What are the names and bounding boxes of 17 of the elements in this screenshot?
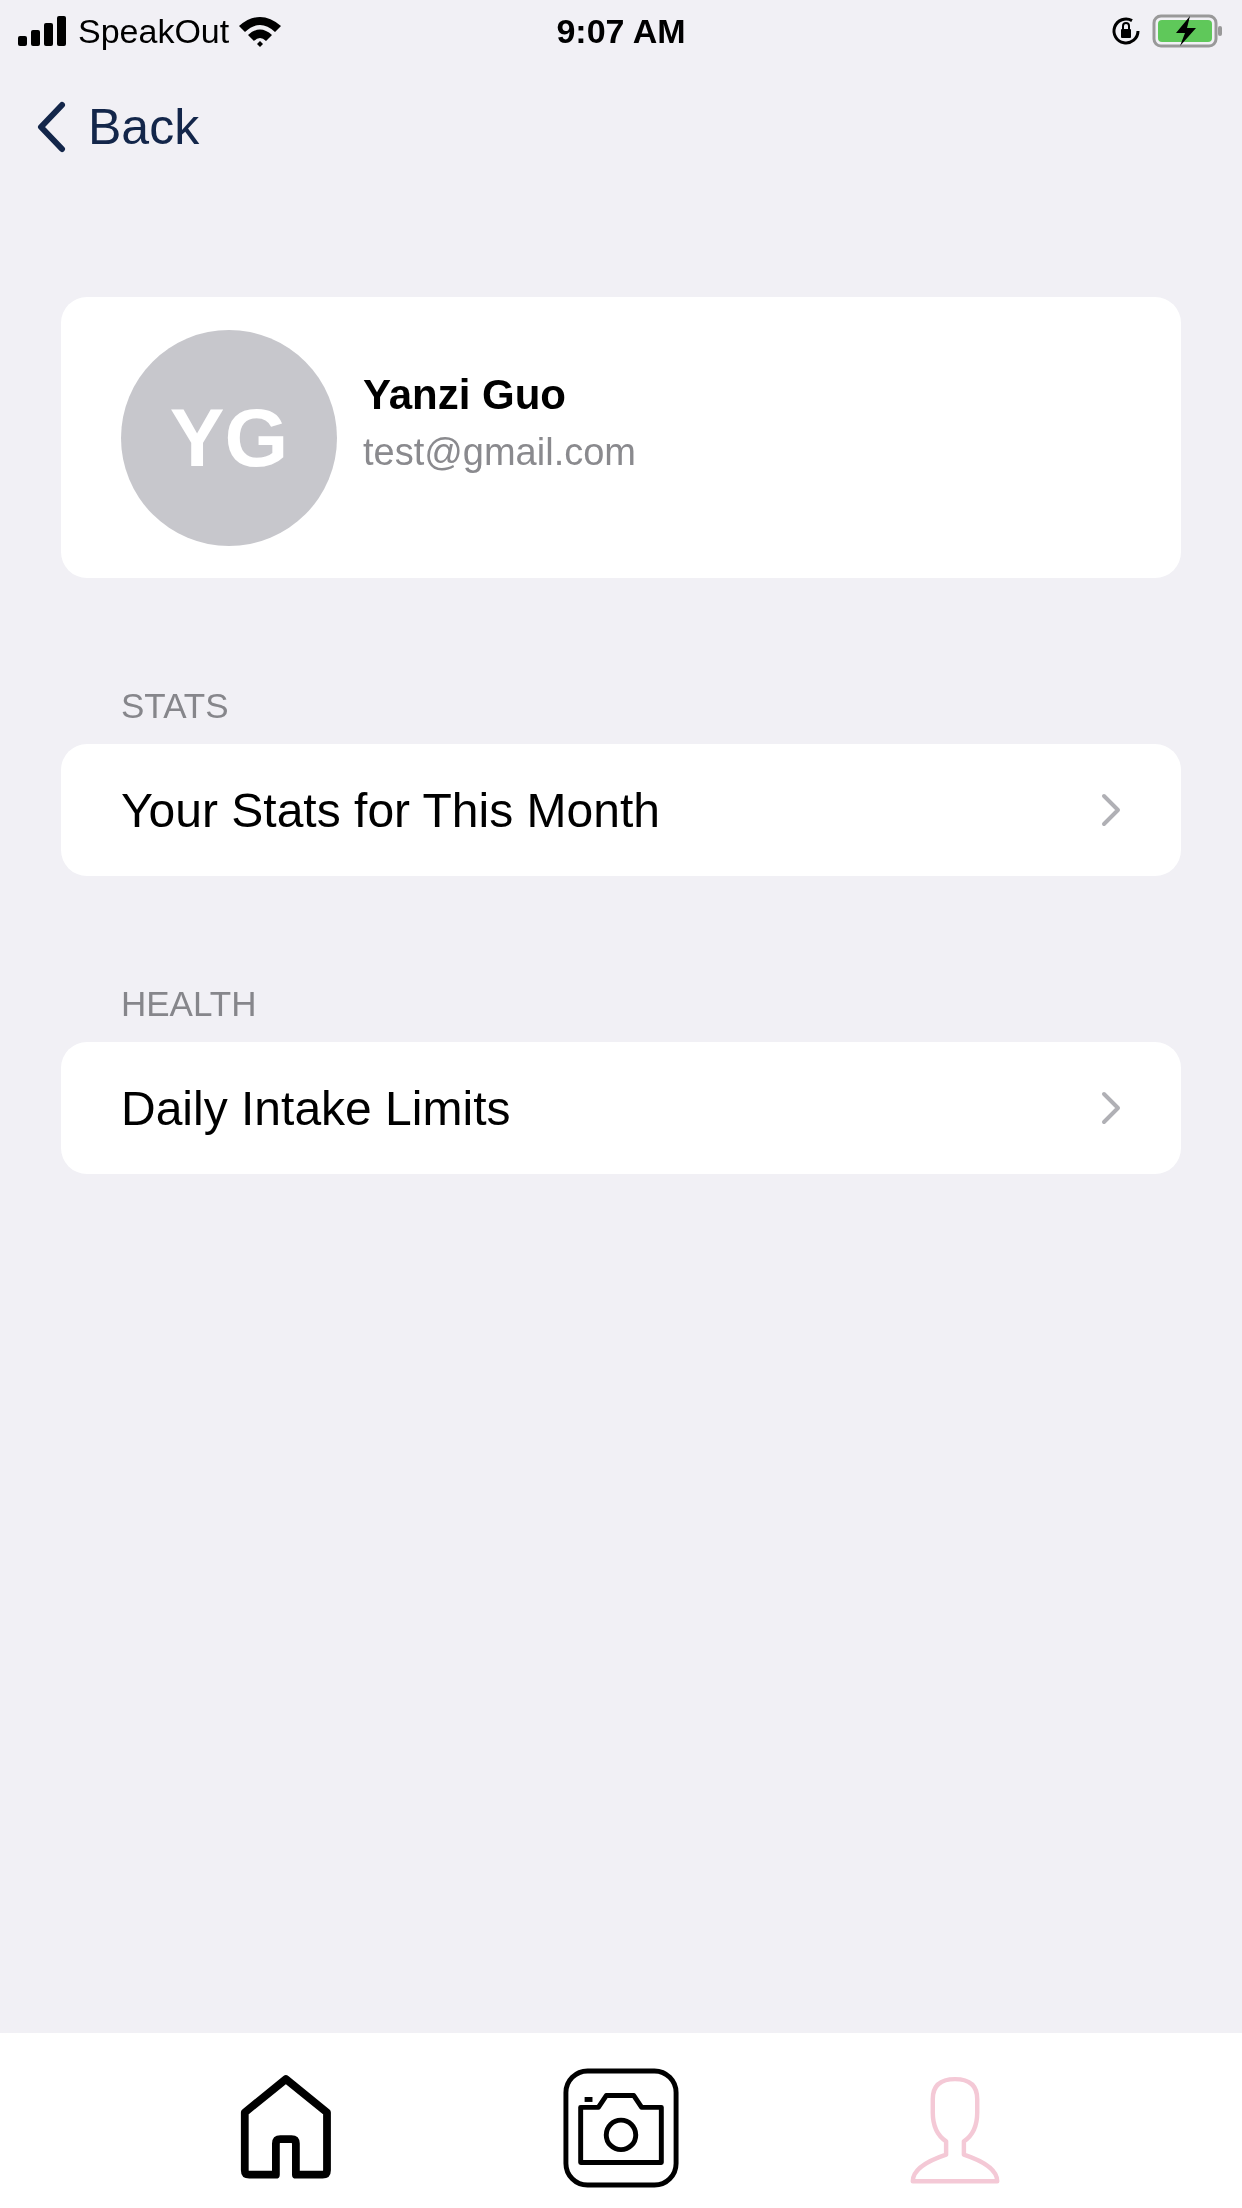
chevron-left-icon [36,101,66,153]
clock-time: 9:07 AM [556,11,686,51]
user-email: test@gmail.com [363,431,636,474]
back-button[interactable]: Back [36,98,200,156]
section-header: STATS [121,686,230,727]
section-header: HEALTH [121,984,258,1025]
list-row[interactable]: Daily Intake Limits [61,1042,1181,1174]
battery-icon [1152,14,1224,48]
chevron-right-icon [1101,793,1121,827]
wifi-icon [237,14,284,48]
list-row[interactable]: Your Stats for This Month [61,744,1181,876]
user-name: Yanzi Guo [363,371,568,419]
avatar-initials: YG [121,329,337,546]
camera-icon [561,2068,681,2188]
carrier-name: SpeakOut [78,11,230,51]
rotation-lock-icon [1110,15,1142,47]
chevron-right-icon [1101,1091,1121,1125]
